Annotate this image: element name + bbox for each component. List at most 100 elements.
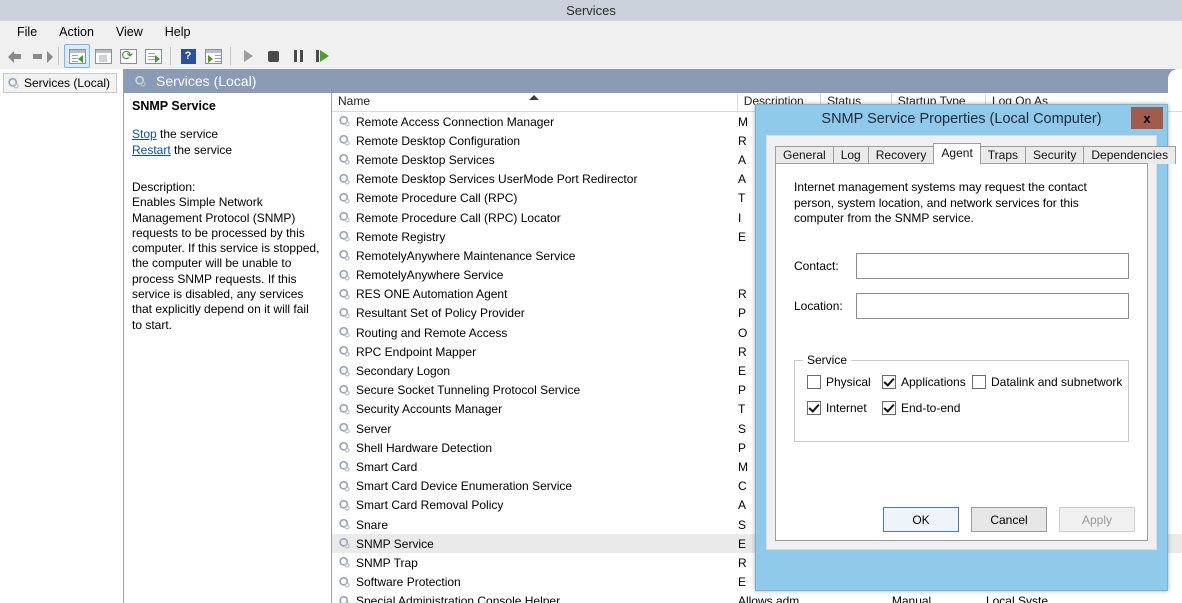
stop-service-icon[interactable] xyxy=(261,45,285,67)
toolbar-separator-3 xyxy=(230,47,231,65)
service-gear-icon xyxy=(338,269,351,282)
cell-service-name: RES ONE Automation Agent xyxy=(332,287,738,301)
contact-input[interactable] xyxy=(856,253,1129,279)
restart-service-link[interactable]: Restart xyxy=(132,143,171,157)
location-input[interactable] xyxy=(856,293,1129,319)
menu-view[interactable]: View xyxy=(105,23,154,41)
close-icon[interactable]: x xyxy=(1131,107,1163,129)
service-name-label: Snare xyxy=(356,518,388,532)
stop-service-link[interactable]: Stop xyxy=(132,127,157,141)
column-header-name[interactable]: Name xyxy=(332,93,738,111)
cell-service-name: Smart Card xyxy=(332,460,738,474)
ok-button[interactable]: OK xyxy=(883,507,959,532)
content-header: Services (Local) xyxy=(124,69,1182,93)
start-service-icon[interactable] xyxy=(236,45,260,67)
tab-traps[interactable]: Traps xyxy=(980,146,1026,164)
description-block: Description: Enables Simple Network Mana… xyxy=(132,180,321,333)
service-gear-icon xyxy=(338,441,351,454)
apply-button: Apply xyxy=(1059,507,1135,532)
pause-service-icon[interactable] xyxy=(286,45,310,67)
service-gear-icon xyxy=(338,403,351,416)
checkbox-applications[interactable]: Applications xyxy=(882,375,972,389)
tree-item-services-local[interactable]: Services (Local) xyxy=(3,73,117,93)
cell-service-name: Remote Desktop Services UserMode Port Re… xyxy=(332,172,738,186)
dialog-tabs: General Log On Recovery Agent Traps Secu… xyxy=(775,144,1148,164)
checkbox-applications-box[interactable] xyxy=(882,375,896,389)
checkbox-internet[interactable]: Internet xyxy=(807,401,882,415)
tab-log-on[interactable]: Log On xyxy=(833,146,869,164)
service-gear-icon xyxy=(338,422,351,435)
cell-service-name: Software Protection xyxy=(332,575,738,589)
service-name-label: Remote Desktop Configuration xyxy=(356,134,520,148)
properties-icon[interactable] xyxy=(91,45,115,67)
cell-service-name: Routing and Remote Access xyxy=(332,326,738,340)
help-icon[interactable]: ? xyxy=(176,45,200,67)
service-gear-icon xyxy=(338,499,351,512)
checkbox-physical[interactable]: Physical xyxy=(807,375,882,389)
cell-service-name: Remote Procedure Call (RPC) Locator xyxy=(332,211,738,225)
cancel-button[interactable]: Cancel xyxy=(971,507,1047,532)
checkbox-physical-box[interactable] xyxy=(807,375,821,389)
checkbox-internet-label: Internet xyxy=(826,401,867,415)
table-row[interactable]: Special Administration Console HelperAll… xyxy=(332,592,1182,603)
service-gear-icon xyxy=(338,249,351,262)
show-hide-console-tree-icon[interactable] xyxy=(64,44,90,68)
menu-action[interactable]: Action xyxy=(48,23,105,41)
service-name-label: Remote Procedure Call (RPC) xyxy=(356,191,517,205)
tab-security[interactable]: Security xyxy=(1025,146,1084,164)
cell-service-name: Remote Desktop Configuration xyxy=(332,134,738,148)
service-group-box: Service Physical Applications Datali xyxy=(794,360,1129,442)
restart-service-icon[interactable] xyxy=(311,45,335,67)
service-gear-icon xyxy=(338,115,351,128)
service-name-label: Smart Card xyxy=(356,460,417,474)
cell-service-name: Secondary Logon xyxy=(332,364,738,378)
service-gear-icon xyxy=(338,365,351,378)
tab-recovery[interactable]: Recovery xyxy=(868,146,935,164)
service-gear-icon xyxy=(338,134,351,147)
service-name-label: Remote Registry xyxy=(356,230,445,244)
dialog-title: SNMP Service Properties (Local Computer) xyxy=(821,111,1101,127)
forward-arrow-icon[interactable] xyxy=(29,45,53,67)
checkbox-internet-box[interactable] xyxy=(807,401,821,415)
checkbox-end-to-end-box[interactable] xyxy=(882,401,896,415)
menu-help[interactable]: Help xyxy=(154,23,202,41)
tab-general[interactable]: General xyxy=(775,146,834,164)
show-hide-action-pane-icon[interactable] xyxy=(201,45,225,67)
cell-description: Allows adm xyxy=(738,594,821,603)
service-name-label: Remote Procedure Call (RPC) Locator xyxy=(356,211,561,225)
checkbox-datalink-and-subnetwork[interactable]: Datalink and subnetwork xyxy=(972,375,1122,389)
service-gear-icon xyxy=(338,211,351,224)
cell-service-name: Server xyxy=(332,422,738,436)
checkbox-applications-label: Applications xyxy=(901,375,966,389)
service-gear-icon xyxy=(338,307,351,320)
service-gear-icon xyxy=(338,173,351,186)
tree-item-label: Services (Local) xyxy=(24,76,110,90)
restart-service-suffix: the service xyxy=(171,143,232,157)
service-gear-icon xyxy=(338,480,351,493)
service-name-label: Secure Socket Tunneling Protocol Service xyxy=(356,383,580,397)
service-name-label: Software Protection xyxy=(356,575,461,589)
toolbar: ? xyxy=(0,43,1182,70)
refresh-icon[interactable] xyxy=(116,45,140,67)
location-label: Location: xyxy=(794,299,856,313)
checkbox-physical-label: Physical xyxy=(826,375,871,389)
sort-ascending-icon xyxy=(529,95,539,100)
export-list-icon[interactable] xyxy=(141,45,165,67)
checkbox-end-to-end[interactable]: End-to-end xyxy=(882,401,972,415)
detail-service-name: SNMP Service xyxy=(132,99,321,113)
cell-service-name: RemotelyAnywhere Maintenance Service xyxy=(332,249,738,263)
tab-agent[interactable]: Agent xyxy=(933,143,980,164)
back-arrow-icon[interactable] xyxy=(4,45,28,67)
cell-log-on-as: Local Syste xyxy=(986,594,1182,603)
services-mmc-window: Services File Action View Help ? xyxy=(0,0,1182,603)
service-name-label: Security Accounts Manager xyxy=(356,402,502,416)
menu-file[interactable]: File xyxy=(6,23,48,41)
service-group-label: Service xyxy=(803,353,851,367)
tab-dependencies[interactable]: Dependencies xyxy=(1083,146,1176,164)
cell-service-name: RemotelyAnywhere Service xyxy=(332,268,738,282)
description-text: Enables Simple Network Management Protoc… xyxy=(132,195,321,333)
service-name-label: RES ONE Automation Agent xyxy=(356,287,507,301)
checkbox-datalink-box[interactable] xyxy=(972,375,986,389)
contact-label: Contact: xyxy=(794,259,856,273)
dialog-title-bar: SNMP Service Properties (Local Computer)… xyxy=(756,105,1167,133)
